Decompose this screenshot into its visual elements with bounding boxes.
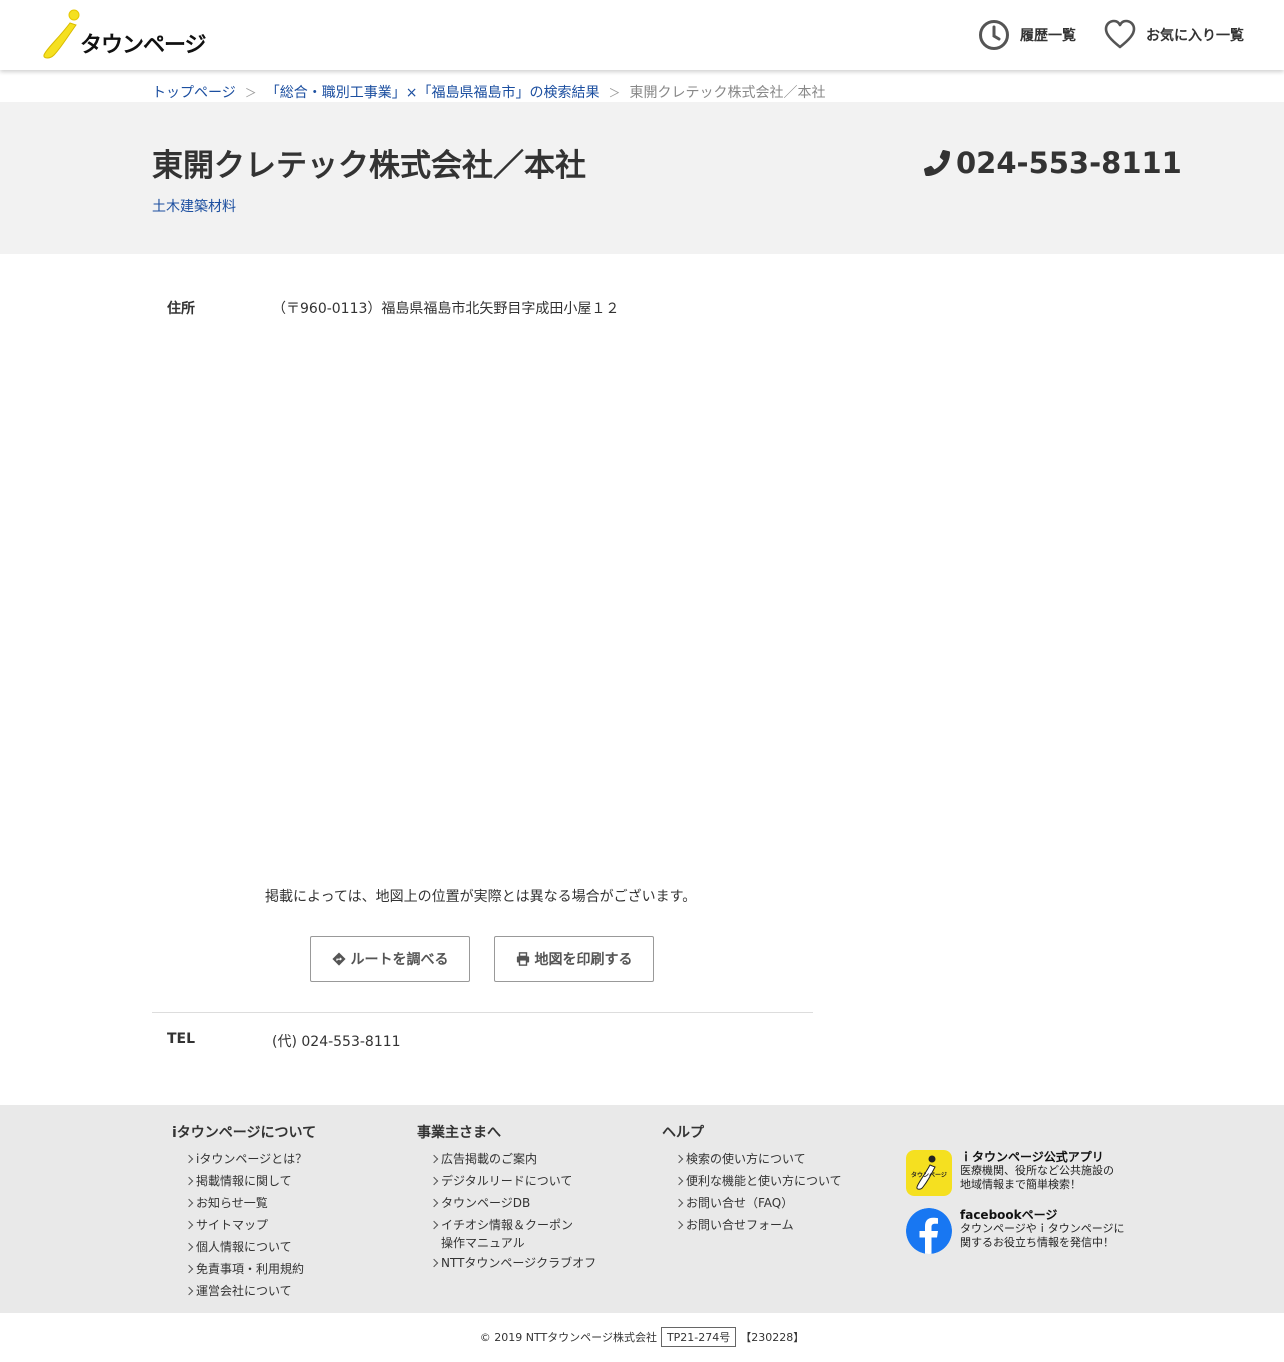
map-note: 掲載によっては、地図上の位置が実際とは異なる場合がございます。 <box>265 889 697 905</box>
business-phone-number: 024-553-8111 <box>956 146 1182 180</box>
clock-icon <box>979 20 1009 50</box>
facebook-promo-line2: 関するお役立ち情報を発信中！ <box>960 1236 1114 1249</box>
footer-link-line2: 操作マニュアル <box>441 1236 525 1250</box>
breadcrumb-separator: ＞ <box>244 85 257 100</box>
route-button[interactable]: ルートを調べる <box>310 936 470 982</box>
directions-icon <box>331 952 346 966</box>
print-map-button[interactable]: 地図を印刷する <box>494 936 654 982</box>
footer-link[interactable]: 広告掲載のご案内 <box>431 1148 596 1170</box>
breadcrumb-separator: ＞ <box>608 85 621 100</box>
footer-link-coupon[interactable]: イチオシ情報＆クーポン 操作マニュアル <box>431 1214 596 1252</box>
phone-icon <box>924 150 950 176</box>
tel-value[interactable]: (代) 024-553-8111 <box>272 1031 401 1051</box>
footer-link[interactable]: サイトマップ <box>186 1214 316 1236</box>
copyright-text: © 2019 NTTタウンページ株式会社 <box>479 1331 657 1344</box>
business-category-link[interactable]: 土木建築材料 <box>152 196 236 216</box>
footer-link[interactable]: 運営会社について <box>186 1280 316 1302</box>
app-promo-link[interactable]: タウンページ ｉタウンページ公式アプリ 医療機関、役所など公共施設の 地域情報ま… <box>906 1150 1114 1196</box>
app-promo-line2: 地域情報まで簡単検索！ <box>960 1178 1081 1191</box>
business-name: 東開クレテック株式会社／本社 <box>152 148 586 184</box>
footer-link[interactable]: NTTタウンページクラブオフ <box>431 1252 596 1274</box>
tel-label: TEL <box>167 1031 196 1047</box>
footer-link[interactable]: お問い合せ（FAQ） <box>676 1192 842 1214</box>
facebook-promo-title: facebookページ <box>960 1208 1058 1222</box>
app-promo-line1: 医療機関、役所など公共施設の <box>960 1164 1114 1177</box>
copyright-bar: © 2019 NTTタウンページ株式会社 TP21-274号 【230228】 <box>0 1327 1284 1347</box>
history-link[interactable]: 履歴一覧 <box>978 18 1076 52</box>
logo-text: タウンページ <box>80 33 207 58</box>
address-label: 住所 <box>167 301 195 317</box>
footer-link-line1: イチオシ情報＆クーポン <box>441 1218 574 1232</box>
footer-column-about: iタウンページについて iタウンページとは？ 掲載情報に関して お知らせ一覧 サ… <box>172 1122 316 1302</box>
footer-link[interactable]: 検索の使い方について <box>676 1148 842 1170</box>
route-button-label: ルートを調べる <box>350 952 449 968</box>
footer-link[interactable]: タウンページDB <box>431 1192 596 1214</box>
heart-icon <box>1104 19 1136 49</box>
favorites-link[interactable]: お気に入り一覧 <box>1104 18 1244 52</box>
footer-link[interactable]: 個人情報について <box>186 1236 316 1258</box>
printer-icon <box>516 952 529 966</box>
favorites-label: お気に入り一覧 <box>1146 28 1244 44</box>
license-code: TP21-274号 <box>660 1327 737 1347</box>
app-icon: タウンページ <box>906 1150 952 1196</box>
history-label: 履歴一覧 <box>1020 28 1076 44</box>
facebook-icon <box>906 1208 952 1254</box>
footer-link[interactable]: iタウンページとは？ <box>186 1148 316 1170</box>
footer-heading: iタウンページについて <box>172 1125 317 1141</box>
breadcrumb: トップページ ＞ 「総合・職別工事業」×「福島県福島市」の検索結果 ＞ 東開クレ… <box>152 82 826 102</box>
facebook-promo-link[interactable]: facebookページ タウンページやｉタウンページに 関するお役立ち情報を発信… <box>906 1208 1125 1254</box>
footer-column-help: ヘルプ 検索の使い方について 便利な機能と使い方について お問い合せ（FAQ） … <box>662 1122 842 1236</box>
app-promo-title: ｉタウンページ公式アプリ <box>960 1150 1104 1164</box>
breadcrumb-search-link[interactable]: 「総合・職別工事業」×「福島県福島市」の検索結果 <box>266 82 600 102</box>
footer-link[interactable]: デジタルリードについて <box>431 1170 596 1192</box>
address-value: （〒960-0113）福島県福島市北矢野目字成田小屋１２ <box>272 301 620 317</box>
footer-heading: ヘルプ <box>662 1125 704 1141</box>
breadcrumb-top-link[interactable]: トップページ <box>152 82 236 102</box>
footer-heading: 事業主さまへ <box>417 1125 501 1141</box>
version-code: 【230228】 <box>740 1331 805 1344</box>
facebook-promo-line1: タウンページやｉタウンページに <box>960 1222 1125 1235</box>
business-phone[interactable]: 024-553-8111 <box>924 146 1182 180</box>
divider <box>152 1012 813 1013</box>
site-header: タウンページ 履歴一覧 お気に入り一覧 <box>0 0 1284 70</box>
app-icon-text: タウンページ <box>911 1171 947 1179</box>
footer-link[interactable]: 掲載情報に関して <box>186 1170 316 1192</box>
footer-link[interactable]: 免責事項・利用規約 <box>186 1258 316 1280</box>
footer-column-business: 事業主さまへ 広告掲載のご案内 デジタルリードについて タウンページDB イチオ… <box>417 1122 596 1274</box>
map-area[interactable] <box>265 330 813 870</box>
footer-link[interactable]: 便利な機能と使い方について <box>676 1170 842 1192</box>
print-button-label: 地図を印刷する <box>534 952 633 968</box>
footer-link[interactable]: お知らせ一覧 <box>186 1192 316 1214</box>
footer-link[interactable]: お問い合せフォーム <box>676 1214 842 1236</box>
breadcrumb-current: 東開クレテック株式会社／本社 <box>629 85 826 101</box>
